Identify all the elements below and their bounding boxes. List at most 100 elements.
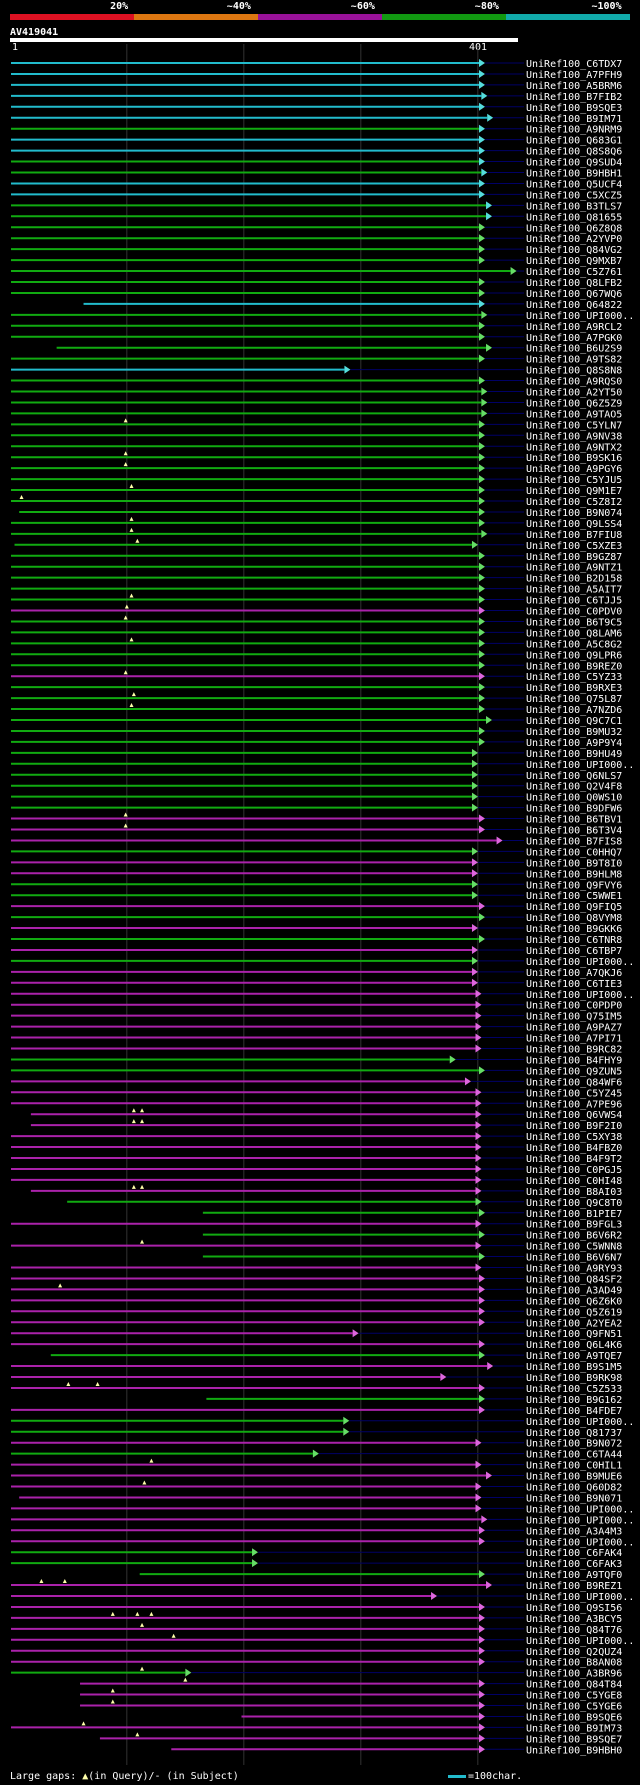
hit-label[interactable]: UniRef100_B9IM73 (526, 1723, 622, 1734)
hit-label[interactable]: UniRef100_B9SQE7 (526, 1734, 622, 1745)
hit-label[interactable]: UniRef100_A3A4M3 (526, 1526, 622, 1537)
hit-label[interactable]: UniRef100_A9RY93 (526, 1264, 622, 1275)
hit-label[interactable]: UniRef100_A9PGY6 (526, 464, 622, 475)
hit-label[interactable]: UniRef100_A9TS82 (526, 355, 622, 366)
hit-label[interactable]: UniRef100_UPI000.. (526, 957, 634, 968)
hit-label[interactable]: UniRef100_B9SK16 (526, 453, 622, 464)
hit-label[interactable]: UniRef100_B9RC82 (526, 1045, 622, 1056)
hit-label[interactable]: UniRef100_Q9ZUN5 (526, 1066, 622, 1077)
hit-label[interactable]: UniRef100_B9HBH0 (526, 1745, 622, 1756)
hit-label[interactable]: UniRef100_C6TBP7 (526, 946, 622, 957)
hit-label[interactable]: UniRef100_UPI000.. (526, 990, 634, 1001)
hit-label[interactable]: UniRef100_A3AD49 (526, 1285, 622, 1296)
hit-label[interactable]: UniRef100_A9NTZ1 (526, 563, 622, 574)
hit-label[interactable]: UniRef100_B6U2S9 (526, 344, 622, 355)
hit-label[interactable]: UniRef100_Q683G1 (526, 136, 622, 147)
hit-label[interactable]: UniRef100_B9SQE6 (526, 1712, 622, 1723)
hit-label[interactable]: UniRef100_Q9M1E7 (526, 486, 622, 497)
hit-label[interactable]: UniRef100_Q6VWS4 (526, 1110, 622, 1121)
hit-label[interactable]: UniRef100_Q2QUZ4 (526, 1647, 622, 1658)
hit-label[interactable]: UniRef100_C5Z8I2 (526, 497, 622, 508)
hit-label[interactable]: UniRef100_Q9LSS4 (526, 519, 622, 530)
hit-label[interactable]: UniRef100_B9F2I0 (526, 1121, 622, 1132)
hit-label[interactable]: UniRef100_B9MUE6 (526, 1472, 622, 1483)
hit-label[interactable]: UniRef100_C5YZ33 (526, 672, 622, 683)
hit-label[interactable]: UniRef100_B6TBV1 (526, 815, 622, 826)
hit-label[interactable]: UniRef100_A9TQF0 (526, 1570, 622, 1581)
hit-label[interactable]: UniRef100_Q8LAM6 (526, 628, 622, 639)
hit-label[interactable]: UniRef100_Q60D82 (526, 1483, 622, 1494)
hit-label[interactable]: UniRef100_B9DFW6 (526, 804, 622, 815)
hit-label[interactable]: UniRef100_Q75IM5 (526, 1012, 622, 1023)
hit-label[interactable]: UniRef100_C0PDV0 (526, 607, 622, 618)
hit-label[interactable]: UniRef100_B3TLS7 (526, 201, 622, 212)
hit-label[interactable]: UniRef100_B9N072 (526, 1439, 622, 1450)
hit-label[interactable]: UniRef100_UPI000.. (526, 1592, 634, 1603)
hit-label[interactable]: UniRef100_C0PGJ5 (526, 1165, 622, 1176)
hit-label[interactable]: UniRef100_C5YZ45 (526, 1088, 622, 1099)
hit-label[interactable]: UniRef100_B9G162 (526, 1395, 622, 1406)
hit-label[interactable]: UniRef100_B6V6N7 (526, 1253, 622, 1264)
hit-label[interactable]: UniRef100_B9REZ0 (526, 661, 622, 672)
hit-label[interactable]: UniRef100_Q0WS10 (526, 793, 622, 804)
hit-label[interactable]: UniRef100_A9TQE7 (526, 1351, 622, 1362)
hit-label[interactable]: UniRef100_Q9SUD4 (526, 158, 622, 169)
hit-label[interactable]: UniRef100_B4FHY9 (526, 1055, 622, 1066)
hit-label[interactable]: UniRef100_Q2V4F8 (526, 782, 622, 793)
hit-label[interactable]: UniRef100_C6FAK3 (526, 1559, 622, 1570)
hit-label[interactable]: UniRef100_UPI000.. (526, 760, 634, 771)
hit-label[interactable]: UniRef100_B9HBH1 (526, 169, 622, 180)
hit-label[interactable]: UniRef100_B9IM71 (526, 114, 622, 125)
hit-label[interactable]: UniRef100_Q9MXB7 (526, 256, 622, 267)
hit-label[interactable]: UniRef100_C5YGE6 (526, 1702, 622, 1713)
hit-label[interactable]: UniRef100_UPI000.. (526, 1636, 634, 1647)
hit-label[interactable]: UniRef100_B9REZ1 (526, 1581, 622, 1592)
hit-label[interactable]: UniRef100_B9RXE3 (526, 683, 622, 694)
hit-label[interactable]: UniRef100_UPI000.. (526, 1417, 634, 1428)
hit-label[interactable]: UniRef100_Q9C8T0 (526, 1198, 622, 1209)
hit-label[interactable]: UniRef100_B4FDE7 (526, 1406, 622, 1417)
hit-label[interactable]: UniRef100_C5YJU5 (526, 475, 622, 486)
hit-label[interactable]: UniRef100_C0HIL1 (526, 1461, 622, 1472)
hit-label[interactable]: UniRef100_B4FBZ0 (526, 1143, 622, 1154)
hit-label[interactable]: UniRef100_A2YEA2 (526, 1318, 622, 1329)
hit-label[interactable]: UniRef100_A7NZD6 (526, 705, 622, 716)
hit-label[interactable]: UniRef100_A2YVP0 (526, 234, 622, 245)
hit-label[interactable]: UniRef100_C6TJJ5 (526, 596, 622, 607)
hit-label[interactable]: UniRef100_A9NV38 (526, 431, 622, 442)
hit-label[interactable]: UniRef100_B7FIB2 (526, 92, 622, 103)
hit-label[interactable]: UniRef100_C6FAK4 (526, 1548, 622, 1559)
hit-label[interactable]: UniRef100_B6T9C5 (526, 617, 622, 628)
hit-label[interactable]: UniRef100_C5WWE1 (526, 891, 622, 902)
hit-label[interactable]: UniRef100_A7PFH9 (526, 70, 622, 81)
hit-label[interactable]: UniRef100_C5Z533 (526, 1384, 622, 1395)
hit-label[interactable]: UniRef100_Q9LPR6 (526, 650, 622, 661)
hit-label[interactable]: UniRef100_B7FIU8 (526, 530, 622, 541)
hit-label[interactable]: UniRef100_Q81655 (526, 212, 622, 223)
hit-label[interactable]: UniRef100_B9S1M5 (526, 1362, 622, 1373)
hit-label[interactable]: UniRef100_B9MU32 (526, 727, 622, 738)
hit-label[interactable]: UniRef100_A9TAO5 (526, 409, 622, 420)
hit-label[interactable]: UniRef100_Q8S8Q6 (526, 147, 622, 158)
hit-label[interactable]: UniRef100_A7PGK0 (526, 333, 622, 344)
hit-label[interactable]: UniRef100_C6TNR8 (526, 935, 622, 946)
hit-label[interactable]: UniRef100_C6TDX7 (526, 59, 622, 70)
hit-label[interactable]: UniRef100_Q84SF2 (526, 1274, 622, 1285)
hit-label[interactable]: UniRef100_UPI000.. (526, 1504, 634, 1515)
hit-label[interactable]: UniRef100_C5YGE8 (526, 1691, 622, 1702)
hit-label[interactable]: UniRef100_Q64822 (526, 300, 622, 311)
hit-label[interactable]: UniRef100_B9GKK6 (526, 924, 622, 935)
hit-label[interactable]: UniRef100_C0HHQ7 (526, 847, 622, 858)
hit-label[interactable]: UniRef100_Q5UCF4 (526, 179, 622, 190)
hit-label[interactable]: UniRef100_B2D158 (526, 574, 622, 585)
hit-label[interactable]: UniRef100_C6TIE3 (526, 979, 622, 990)
hit-label[interactable]: UniRef100_B7FIS8 (526, 836, 622, 847)
hit-label[interactable]: UniRef100_A9NRM9 (526, 125, 622, 136)
hit-label[interactable]: UniRef100_A5AIT7 (526, 585, 622, 596)
hit-label[interactable]: UniRef100_B6V6R2 (526, 1231, 622, 1242)
hit-label[interactable]: UniRef100_UPI000.. (526, 311, 634, 322)
hit-label[interactable]: UniRef100_C0HI48 (526, 1176, 622, 1187)
hit-label[interactable]: UniRef100_A7QKJ6 (526, 968, 622, 979)
hit-label[interactable]: UniRef100_UPI000.. (526, 1537, 634, 1548)
hit-label[interactable]: UniRef100_B6T3V4 (526, 826, 622, 837)
